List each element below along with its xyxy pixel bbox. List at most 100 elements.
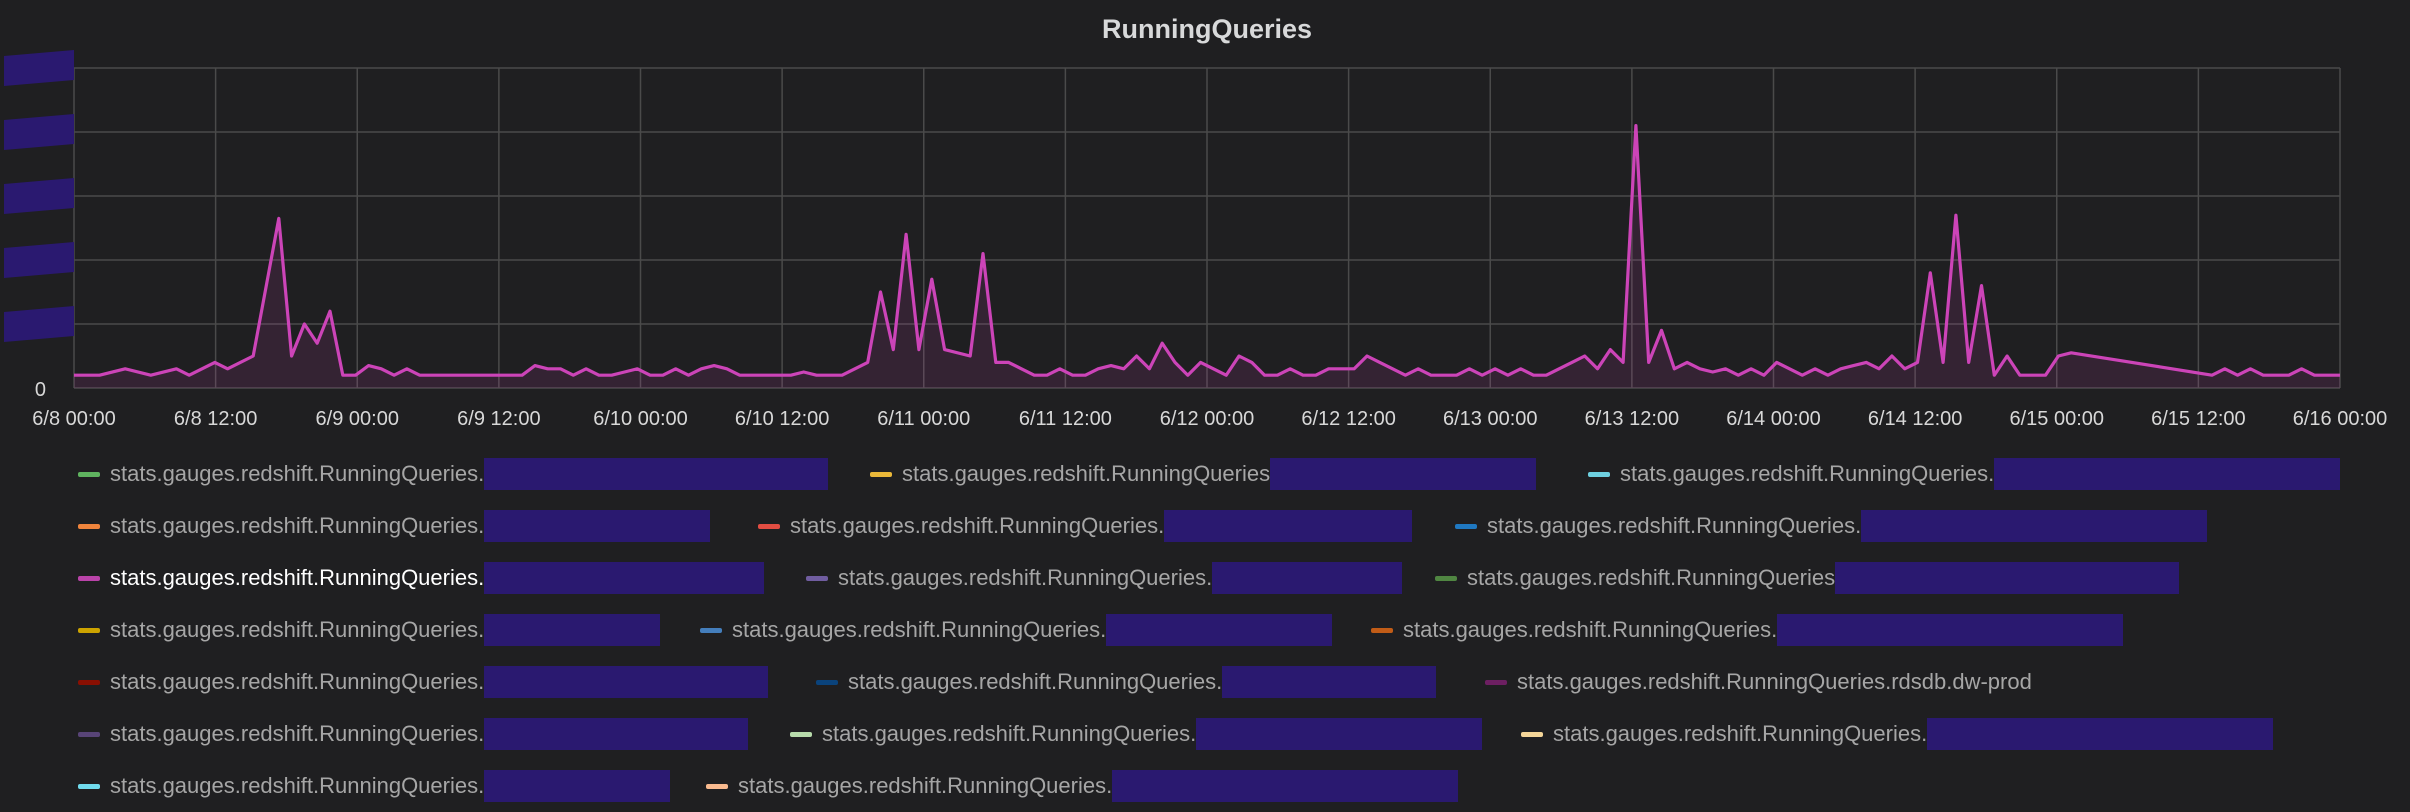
legend-swatch-icon (1435, 575, 1457, 581)
chart-grid (73, 67, 2341, 389)
x-tick-label: 6/11 00:00 (877, 408, 970, 430)
legend-redaction (484, 458, 829, 490)
legend-label: stats.gauges.redshift.RunningQueries. (1553, 721, 1928, 746)
chart: RunningQueries 0 6/8 00:00 6/8 12:00 6/9 0… (4, 14, 2387, 430)
x-tick-label: 6/12 00:00 (1160, 408, 1255, 430)
legend-label: stats.gauges.redshift.RunningQueries. (738, 773, 1113, 798)
legend-label: stats.gauges.redshift.RunningQueries. (110, 773, 485, 798)
legend-item[interactable]: stats.gauges.redshift.RunningQueries. (1521, 708, 2274, 760)
y-tick-label: 0 (35, 379, 46, 401)
x-tick-label: 6/8 00:00 (32, 408, 115, 430)
legend-row: stats.gauges.redshift.RunningQueries. sta… (78, 604, 2378, 656)
legend-label: stats.gauges.redshift.RunningQueries (1467, 565, 1836, 590)
legend-swatch-icon (806, 575, 828, 581)
legend-redaction (1270, 458, 1537, 490)
legend-swatch-icon (1521, 731, 1543, 737)
legend-item[interactable]: stats.gauges.redshift.RunningQueries. (78, 448, 829, 500)
legend-item[interactable]: stats.gauges.redshift.RunningQueries (870, 448, 1537, 500)
legend-item[interactable]: stats.gauges.redshift.RunningQueries (1435, 552, 2180, 604)
legend-swatch-icon (790, 731, 812, 737)
legend-swatch-icon (78, 783, 100, 789)
x-tick-label: 6/15 00:00 (2009, 408, 2104, 430)
legend-label: stats.gauges.redshift.RunningQueries. (110, 617, 485, 642)
x-tick-label: 6/9 00:00 (316, 408, 399, 430)
legend-redaction (484, 718, 749, 750)
legend-redaction (1861, 510, 2208, 542)
legend-item[interactable]: stats.gauges.redshift.RunningQueries. (78, 552, 765, 604)
legend-swatch-icon (78, 575, 100, 581)
legend-label: stats.gauges.redshift.RunningQueries. (110, 669, 485, 694)
legend: stats.gauges.redshift.RunningQueries. sta… (78, 448, 2378, 812)
legend-row: stats.gauges.redshift.RunningQueries. sta… (78, 760, 2378, 812)
legend-label: stats.gauges.redshift.RunningQueries. (1620, 461, 1995, 486)
legend-redaction (484, 770, 671, 802)
legend-swatch-icon (78, 731, 100, 737)
y-tick-label-redacted (4, 306, 74, 342)
x-axis: 6/8 00:00 6/8 12:00 6/9 00:00 6/9 12:00 6/10… (32, 408, 2387, 430)
legend-row: stats.gauges.redshift.RunningQueries. sta… (78, 552, 2378, 604)
legend-swatch-icon (1588, 471, 1610, 477)
x-tick-label: 6/9 12:00 (457, 408, 540, 430)
legend-item[interactable]: stats.gauges.redshift.RunningQueries. (78, 760, 671, 812)
y-tick-label-redacted (4, 242, 74, 278)
legend-swatch-icon (816, 679, 838, 685)
legend-item[interactable]: stats.gauges.redshift.RunningQueries. (1371, 604, 2124, 656)
legend-label: stats.gauges.redshift.RunningQueries. (110, 461, 485, 486)
legend-label: stats.gauges.redshift.RunningQueries. (790, 513, 1165, 538)
legend-label: stats.gauges.redshift.RunningQueries. (848, 669, 1223, 694)
legend-label: stats.gauges.redshift.RunningQueries (902, 461, 1271, 486)
legend-item[interactable]: stats.gauges.redshift.RunningQueries. (78, 708, 749, 760)
legend-label: stats.gauges.redshift.RunningQueries. (822, 721, 1197, 746)
legend-label: stats.gauges.redshift.RunningQueries. (732, 617, 1107, 642)
legend-label: stats.gauges.redshift.RunningQueries.rds… (1517, 669, 2032, 694)
y-axis: 0 (4, 50, 74, 401)
legend-row: stats.gauges.redshift.RunningQueries. sta… (78, 656, 2378, 708)
legend-item[interactable]: stats.gauges.redshift.RunningQueries. (806, 552, 1403, 604)
legend-item[interactable]: stats.gauges.redshift.RunningQueries. (78, 604, 661, 656)
legend-item[interactable]: stats.gauges.redshift.RunningQueries. (1588, 448, 2341, 500)
legend-item[interactable]: stats.gauges.redshift.RunningQueries. (816, 656, 1437, 708)
legend-item[interactable]: stats.gauges.redshift.RunningQueries. (706, 760, 1459, 812)
legend-redaction (1927, 718, 2274, 750)
legend-swatch-icon (706, 783, 728, 789)
x-tick-label: 6/15 12:00 (2151, 408, 2246, 430)
legend-label: stats.gauges.redshift.RunningQueries. (110, 513, 485, 538)
legend-swatch-icon (78, 627, 100, 633)
legend-item[interactable]: stats.gauges.redshift.RunningQueries. (790, 708, 1483, 760)
legend-item[interactable]: stats.gauges.redshift.RunningQueries. (700, 604, 1333, 656)
legend-row: stats.gauges.redshift.RunningQueries. sta… (78, 448, 2378, 500)
legend-item[interactable]: stats.gauges.redshift.RunningQueries. (758, 500, 1413, 552)
legend-label: stats.gauges.redshift.RunningQueries. (110, 721, 485, 746)
legend-redaction (1164, 510, 1413, 542)
legend-label: stats.gauges.redshift.RunningQueries. (1403, 617, 1778, 642)
legend-label: stats.gauges.redshift.RunningQueries. (1487, 513, 1862, 538)
legend-redaction (1196, 718, 1483, 750)
legend-item[interactable]: stats.gauges.redshift.RunningQueries. (78, 656, 769, 708)
legend-redaction (484, 510, 711, 542)
x-tick-label: 6/14 00:00 (1726, 408, 1821, 430)
legend-redaction (484, 614, 661, 646)
legend-redaction (1222, 666, 1437, 698)
legend-swatch-icon (870, 471, 892, 477)
x-tick-label: 6/8 12:00 (174, 408, 257, 430)
legend-redaction (484, 666, 769, 698)
legend-redaction (1112, 770, 1459, 802)
x-tick-label: 6/13 00:00 (1443, 408, 1538, 430)
legend-item[interactable]: stats.gauges.redshift.RunningQueries. (1455, 500, 2208, 552)
x-tick-label: 6/10 12:00 (735, 408, 830, 430)
legend-item[interactable]: stats.gauges.redshift.RunningQueries. (78, 500, 711, 552)
x-tick-label: 6/14 12:00 (1868, 408, 1963, 430)
legend-redaction (1994, 458, 2341, 490)
legend-redaction (1835, 562, 2180, 594)
legend-swatch-icon (1485, 679, 1507, 685)
legend-label: stats.gauges.redshift.RunningQueries. (838, 565, 1213, 590)
legend-swatch-icon (78, 523, 100, 529)
x-tick-label: 6/13 12:00 (1585, 408, 1680, 430)
legend-swatch-icon (78, 679, 100, 685)
x-tick-label: 6/10 00:00 (593, 408, 688, 430)
y-tick-label-redacted (4, 178, 74, 214)
x-tick-label: 6/12 12:00 (1301, 408, 1396, 430)
legend-item[interactable]: stats.gauges.redshift.RunningQueries.rds… (1485, 656, 2032, 708)
x-tick-label: 6/16 00:00 (2293, 408, 2388, 430)
legend-swatch-icon (758, 523, 780, 529)
